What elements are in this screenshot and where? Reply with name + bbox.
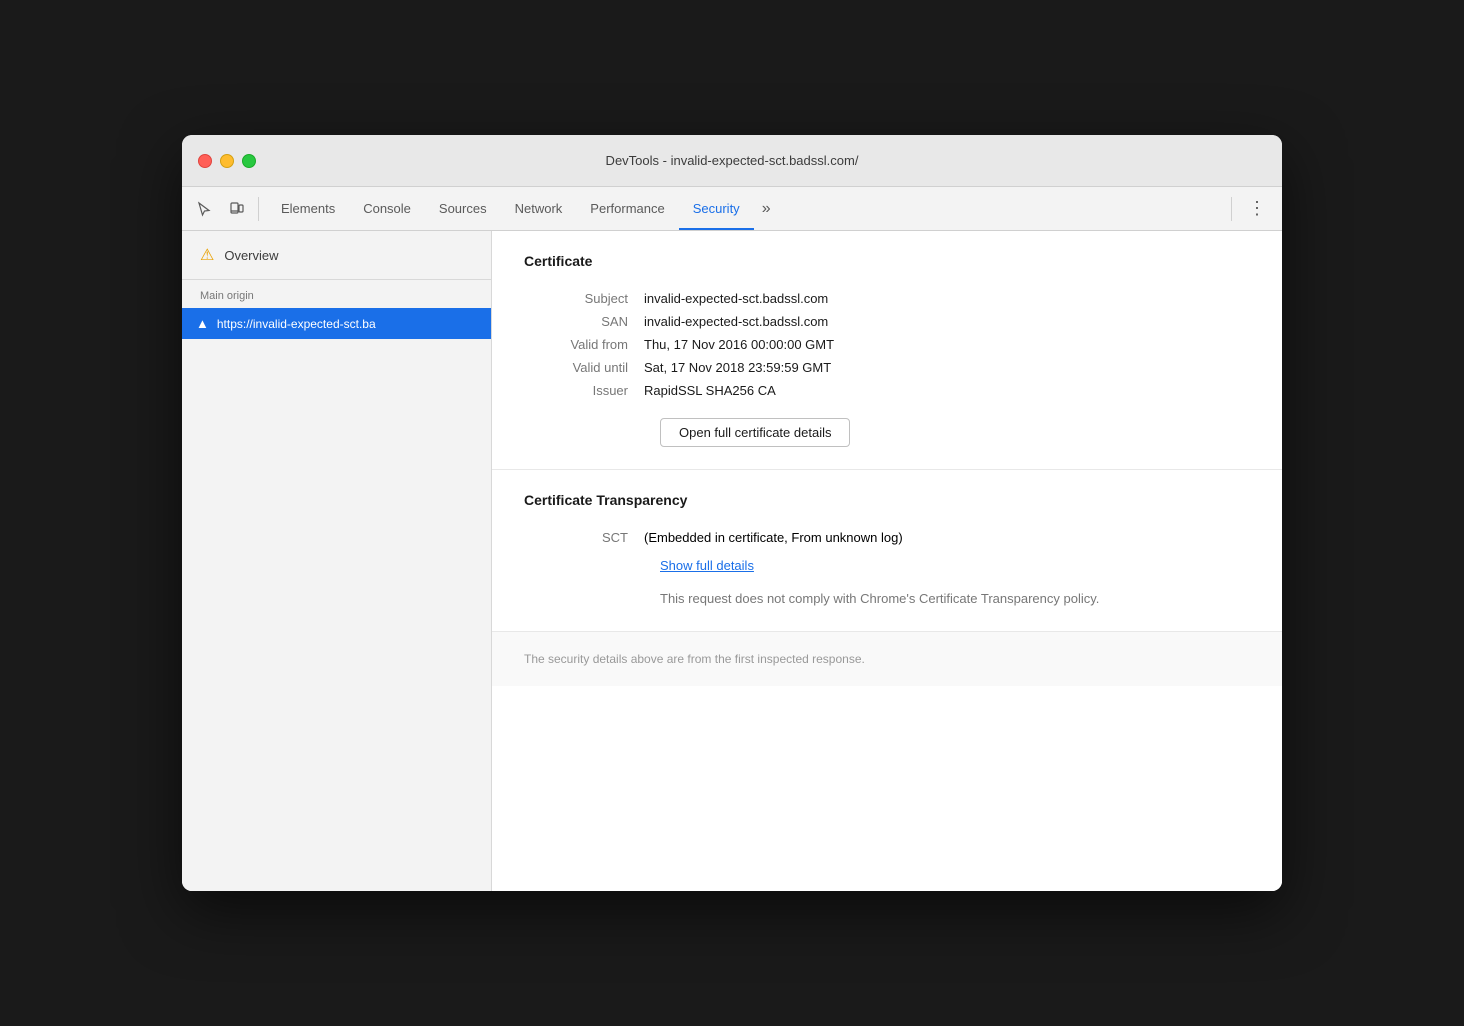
more-options-button[interactable]: ⋮ xyxy=(1240,198,1274,219)
table-row: Valid from Thu, 17 Nov 2016 00:00:00 GMT xyxy=(524,333,1250,356)
field-value-subject: invalid-expected-sct.badssl.com xyxy=(644,287,1250,310)
window-title: DevTools - invalid-expected-sct.badssl.c… xyxy=(606,153,859,168)
show-full-details-link[interactable]: Show full details xyxy=(660,558,754,573)
tab-sources[interactable]: Sources xyxy=(425,187,501,230)
main-content: ⚠ Overview Main origin ▲ https://invalid… xyxy=(182,231,1282,891)
origin-warning-icon: ▲ xyxy=(196,316,209,331)
sct-value: (Embedded in certificate, From unknown l… xyxy=(644,526,1250,549)
field-value-issuer: RapidSSL SHA256 CA xyxy=(644,379,1250,402)
main-origin-label: Main origin xyxy=(182,280,491,308)
table-row: Issuer RapidSSL SHA256 CA xyxy=(524,379,1250,402)
cursor-icon-button[interactable] xyxy=(190,195,218,223)
show-full-details-row: Show full details xyxy=(660,557,1250,575)
details-panel: Certificate Subject invalid-expected-sct… xyxy=(492,231,1282,891)
field-value-valid-until: Sat, 17 Nov 2018 23:59:59 GMT xyxy=(644,356,1250,379)
field-label-issuer: Issuer xyxy=(524,379,644,402)
titlebar: DevTools - invalid-expected-sct.badssl.c… xyxy=(182,135,1282,187)
field-value-valid-from: Thu, 17 Nov 2016 00:00:00 GMT xyxy=(644,333,1250,356)
toolbar: Elements Console Sources Network Perform… xyxy=(182,187,1282,231)
device-icon-button[interactable] xyxy=(222,195,250,223)
field-label-valid-until: Valid until xyxy=(524,356,644,379)
tab-network[interactable]: Network xyxy=(501,187,577,230)
table-row: Valid until Sat, 17 Nov 2018 23:59:59 GM… xyxy=(524,356,1250,379)
footer-note: The security details above are from the … xyxy=(524,650,1250,668)
transparency-table: SCT (Embedded in certificate, From unkno… xyxy=(524,526,1250,549)
traffic-lights xyxy=(198,154,256,168)
toolbar-divider xyxy=(258,197,259,221)
tab-console[interactable]: Console xyxy=(349,187,425,230)
transparency-note: This request does not comply with Chrome… xyxy=(660,589,1250,609)
certificate-title: Certificate xyxy=(524,253,1250,269)
table-row: SCT (Embedded in certificate, From unkno… xyxy=(524,526,1250,549)
device-icon xyxy=(228,201,244,217)
open-certificate-details-button[interactable]: Open full certificate details xyxy=(660,418,850,447)
warning-icon: ⚠ xyxy=(200,245,214,265)
sidebar: ⚠ Overview Main origin ▲ https://invalid… xyxy=(182,231,492,891)
origin-item[interactable]: ▲ https://invalid-expected-sct.ba xyxy=(182,308,491,339)
toolbar-divider-2 xyxy=(1231,197,1232,221)
tabs-container: Elements Console Sources Network Perform… xyxy=(267,187,1223,230)
tab-security[interactable]: Security xyxy=(679,187,754,230)
certificate-section: Certificate Subject invalid-expected-sct… xyxy=(492,231,1282,470)
overview-label: Overview xyxy=(224,248,278,263)
table-row: Subject invalid-expected-sct.badssl.com xyxy=(524,287,1250,310)
close-button[interactable] xyxy=(198,154,212,168)
field-label-subject: Subject xyxy=(524,287,644,310)
field-value-san: invalid-expected-sct.badssl.com xyxy=(644,310,1250,333)
more-tabs-button[interactable]: » xyxy=(754,200,779,218)
overview-item[interactable]: ⚠ Overview xyxy=(182,231,491,280)
cursor-icon xyxy=(196,201,212,217)
tab-performance[interactable]: Performance xyxy=(576,187,678,230)
transparency-section: Certificate Transparency SCT (Embedded i… xyxy=(492,470,1282,632)
toolbar-end: ⋮ xyxy=(1227,197,1274,221)
table-row: SAN invalid-expected-sct.badssl.com xyxy=(524,310,1250,333)
footer-section: The security details above are from the … xyxy=(492,632,1282,686)
sct-label: SCT xyxy=(524,526,644,549)
maximize-button[interactable] xyxy=(242,154,256,168)
field-label-valid-from: Valid from xyxy=(524,333,644,356)
certificate-table: Subject invalid-expected-sct.badssl.com … xyxy=(524,287,1250,402)
devtools-window: DevTools - invalid-expected-sct.badssl.c… xyxy=(182,135,1282,891)
minimize-button[interactable] xyxy=(220,154,234,168)
field-label-san: SAN xyxy=(524,310,644,333)
origin-url: https://invalid-expected-sct.ba xyxy=(217,317,376,331)
tab-elements[interactable]: Elements xyxy=(267,187,349,230)
transparency-title: Certificate Transparency xyxy=(524,492,1250,508)
